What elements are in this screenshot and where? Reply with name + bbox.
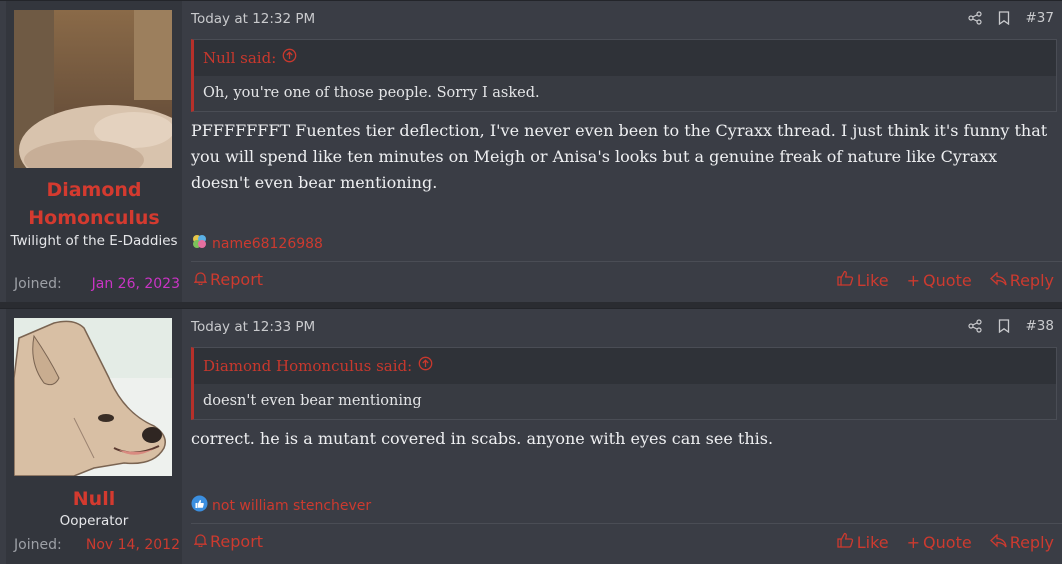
- action-group: Like + Quote Reply: [837, 270, 1054, 290]
- post-body: correct. he is a mutant covered in scabs…: [191, 429, 774, 448]
- post-tools: #38: [967, 318, 1055, 334]
- arrow-up-circle-icon[interactable]: [282, 40, 297, 76]
- user-title: Ooperator: [59, 513, 129, 529]
- post-actions: Report Like + Quote Reply: [191, 523, 1062, 564]
- report-label: Report: [210, 270, 264, 289]
- joined-date: Jan 26, 2023: [91, 276, 180, 292]
- reaction-user[interactable]: name68126988: [212, 236, 323, 252]
- user-panel: Null Ooperator Joined: Nov 14, 2012: [6, 309, 182, 564]
- bookmark-icon[interactable]: [998, 11, 1010, 25]
- reply-arrow-icon: [989, 533, 1007, 552]
- quote-author[interactable]: Diamond Homonculus said:: [203, 348, 412, 384]
- share-icon[interactable]: [967, 11, 982, 25]
- quote-author[interactable]: Null said:: [203, 40, 276, 76]
- post-38: Null Ooperator Joined: Nov 14, 2012 Toda…: [0, 308, 1062, 564]
- username[interactable]: Null: [6, 485, 182, 513]
- thumbs-up-icon: [837, 532, 854, 552]
- bookmark-icon[interactable]: [998, 319, 1010, 333]
- user-panel: Diamond Homonculus Twilight of the E-Dad…: [6, 1, 182, 302]
- like-label: Like: [856, 532, 889, 552]
- post-timestamp[interactable]: Today at 12:32 PM: [191, 11, 315, 27]
- post-actions: Report Like + Quote Reply: [191, 261, 1062, 302]
- joined-row: Joined: Jan 26, 2023: [14, 274, 180, 294]
- quote-button[interactable]: + Quote: [907, 532, 972, 552]
- reply-label: Reply: [1009, 270, 1054, 290]
- colorful-reaction-icon: [191, 233, 208, 254]
- quote-block: Diamond Homonculus said: doesn't even be…: [191, 347, 1057, 420]
- bell-icon: [193, 270, 208, 289]
- action-group: Like + Quote Reply: [837, 532, 1054, 552]
- post-body: PFFFFFFFT Fuentes tier deflection, I've …: [191, 121, 1048, 192]
- like-label: Like: [856, 270, 889, 290]
- post-number[interactable]: #38: [1026, 318, 1055, 334]
- joined-date: Nov 14, 2012: [85, 537, 180, 553]
- reply-button[interactable]: Reply: [989, 270, 1054, 290]
- post-timestamp[interactable]: Today at 12:33 PM: [191, 319, 315, 335]
- reply-label: Reply: [1009, 532, 1054, 552]
- quote-block: Null said: Oh, you're one of those peopl…: [191, 39, 1057, 112]
- joined-label: Joined:: [14, 276, 62, 292]
- arrow-up-circle-icon[interactable]: [418, 348, 433, 384]
- report-label: Report: [210, 532, 264, 551]
- avatar[interactable]: [14, 318, 172, 476]
- post-number[interactable]: #37: [1026, 10, 1055, 26]
- report-button[interactable]: Report: [193, 270, 264, 289]
- like-button[interactable]: Like: [837, 270, 889, 290]
- user-title: Twilight of the E-Daddies: [10, 233, 178, 249]
- thumbs-up-reaction-icon: [191, 495, 208, 516]
- reaction-user[interactable]: not william stenchever: [212, 498, 371, 514]
- reactions-bar[interactable]: name68126988: [191, 233, 323, 254]
- reactions-bar[interactable]: not william stenchever: [191, 495, 371, 516]
- joined-row: Joined: Nov 14, 2012: [14, 535, 180, 555]
- post-37: Diamond Homonculus Twilight of the E-Dad…: [0, 0, 1062, 302]
- reply-button[interactable]: Reply: [989, 532, 1054, 552]
- quote-label: Quote: [923, 532, 972, 552]
- reply-arrow-icon: [989, 271, 1007, 290]
- quote-header[interactable]: Diamond Homonculus said:: [194, 348, 1056, 384]
- quote-button[interactable]: + Quote: [907, 270, 972, 290]
- share-icon[interactable]: [967, 319, 982, 333]
- quote-text: Oh, you're one of those people. Sorry I …: [194, 76, 1056, 111]
- quote-text: doesn't even bear mentioning: [194, 384, 1056, 419]
- report-button[interactable]: Report: [193, 532, 264, 551]
- quote-label: Quote: [923, 270, 972, 290]
- avatar[interactable]: [14, 10, 172, 168]
- post-tools: #37: [967, 10, 1055, 26]
- thumbs-up-icon: [837, 270, 854, 290]
- like-button[interactable]: Like: [837, 532, 889, 552]
- joined-label: Joined:: [14, 537, 62, 553]
- plus-icon: +: [906, 270, 921, 290]
- username[interactable]: Diamond Homonculus: [6, 176, 182, 232]
- quote-header[interactable]: Null said:: [194, 40, 1056, 76]
- plus-icon: +: [906, 532, 921, 552]
- post-main: Today at 12:32 PM #37 Null said: Oh, you…: [182, 1, 1062, 302]
- post-main: Today at 12:33 PM #38 Diamond Homonculus…: [182, 309, 1062, 564]
- bell-icon: [193, 532, 208, 551]
